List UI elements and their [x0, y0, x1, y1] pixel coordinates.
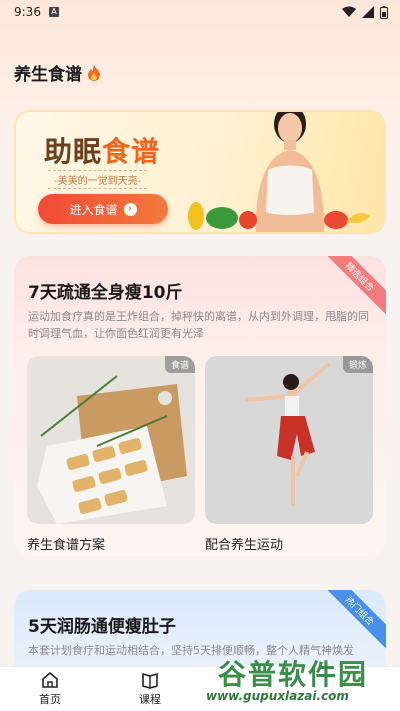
recipe-plan-label: 养生食谱方案: [27, 538, 106, 553]
recipe-tag: 食谱: [164, 356, 195, 373]
signal-icon: [362, 6, 374, 18]
notification-icon: A: [48, 7, 59, 17]
dancer-photo: [205, 356, 373, 524]
recipe-tile[interactable]: 食谱: [27, 356, 195, 524]
site-watermark: 谷普软件园 www.gupuxlazai.com: [206, 653, 394, 705]
chevron-right-icon: ›: [123, 202, 137, 216]
page-header: 养生食谱: [14, 60, 102, 85]
banner-title: 助眠食谱: [44, 130, 160, 170]
plan-title-2: 5天润肠通便瘦肚子: [28, 617, 176, 637]
enter-recipe-label: 进入食谱: [69, 202, 118, 217]
banner-subtitle: -美美的一觉到天亮-: [48, 170, 148, 189]
exercise-tag: 锻炼: [342, 356, 373, 373]
tab-course-label: 课程: [139, 693, 161, 706]
page-title: 养生食谱: [14, 65, 82, 85]
tab-home[interactable]: 首页: [0, 667, 100, 711]
sleep-recipe-banner[interactable]: 助眠食谱 -美美的一觉到天亮- 进入食谱 ›: [14, 110, 386, 234]
exercise-tile[interactable]: 锻炼: [205, 356, 373, 524]
plan-card-7day[interactable]: 精选组合 7天疏通全身瘦10斤 运动加食疗真的是王炸组合，掉秤快的离谱，从内到外…: [14, 256, 386, 556]
status-time: 9:36: [14, 5, 41, 19]
plan-title: 7天疏通全身瘦10斤: [28, 283, 183, 303]
home-icon: [42, 671, 58, 688]
wifi-icon: [342, 6, 356, 17]
book-icon: [142, 672, 158, 689]
exercise-plan-label: 配合养生运动: [205, 538, 284, 553]
status-bar: 9:36 A: [0, 0, 400, 24]
plan-description: 运动加食疗真的是王炸组合，掉秤快的离谱，从内到外调理，甩脂的同时调理气血，让你面…: [28, 310, 369, 340]
pastry-photo: [27, 356, 195, 524]
watermark-title: 谷普软件园: [218, 658, 369, 691]
tab-home-label: 首页: [39, 693, 61, 706]
vegetables-illustration: [188, 202, 370, 230]
battery-icon: [380, 5, 388, 19]
banner-title-part-1: 助眠: [44, 135, 103, 168]
banner-title-part-2: 食谱: [102, 135, 161, 168]
enter-recipe-button[interactable]: 进入食谱 ›: [38, 194, 168, 224]
fire-icon: [88, 64, 100, 81]
watermark-url: www.gupuxlazai.com: [206, 689, 349, 703]
tab-course[interactable]: 课程: [100, 667, 200, 711]
